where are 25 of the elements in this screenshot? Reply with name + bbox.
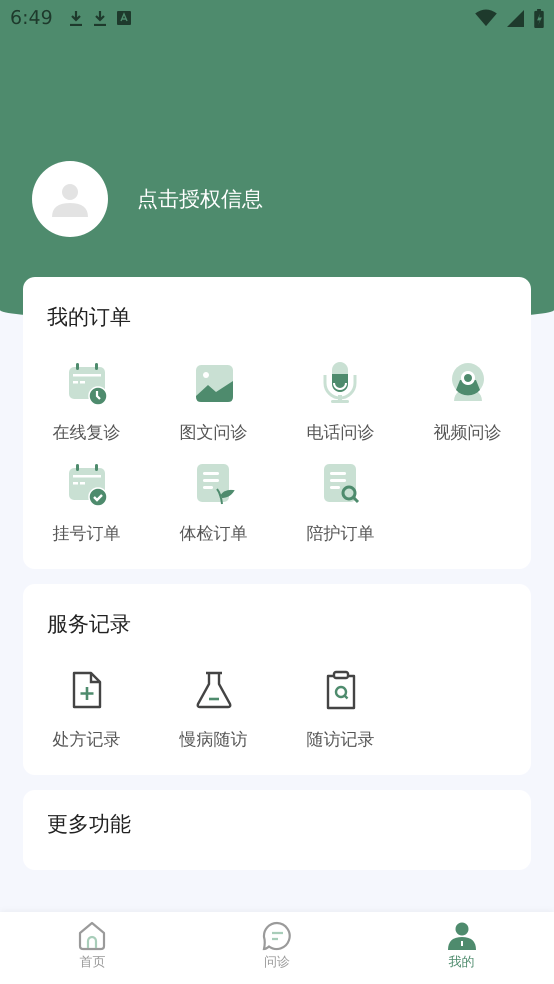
download-icon (68, 10, 83, 26)
house-icon (77, 921, 108, 951)
order-item[interactable]: 视频问诊 (404, 361, 531, 444)
record-item[interactable]: 随访记录 (277, 668, 404, 751)
keyboard-icon (116, 11, 131, 25)
battery-icon (534, 8, 544, 28)
section-title: 我的订单 (46, 304, 132, 331)
order-item[interactable]: 体检订单 (150, 462, 277, 545)
download-icon (92, 10, 107, 26)
section-title: 服务记录 (46, 611, 132, 638)
order-item[interactable]: 图文问诊 (150, 361, 277, 444)
status-time: 6:49 (10, 7, 53, 29)
order-item[interactable]: 在线复诊 (23, 361, 150, 444)
authorize-link[interactable]: 点击授权信息 (137, 185, 263, 213)
order-item[interactable]: 电话问诊 (277, 361, 404, 444)
record-item[interactable]: 处方记录 (23, 668, 150, 751)
section-title: 更多功能 (46, 811, 132, 838)
order-item[interactable]: 挂号订单 (23, 462, 150, 545)
chat-icon (262, 921, 292, 951)
person-icon (446, 921, 477, 951)
wifi-icon (475, 9, 497, 27)
signal-icon (507, 10, 524, 26)
tab[interactable]: 我的 (369, 912, 554, 984)
order-item[interactable]: 陪护订单 (277, 462, 404, 545)
record-item[interactable]: 慢病随访 (150, 668, 277, 751)
